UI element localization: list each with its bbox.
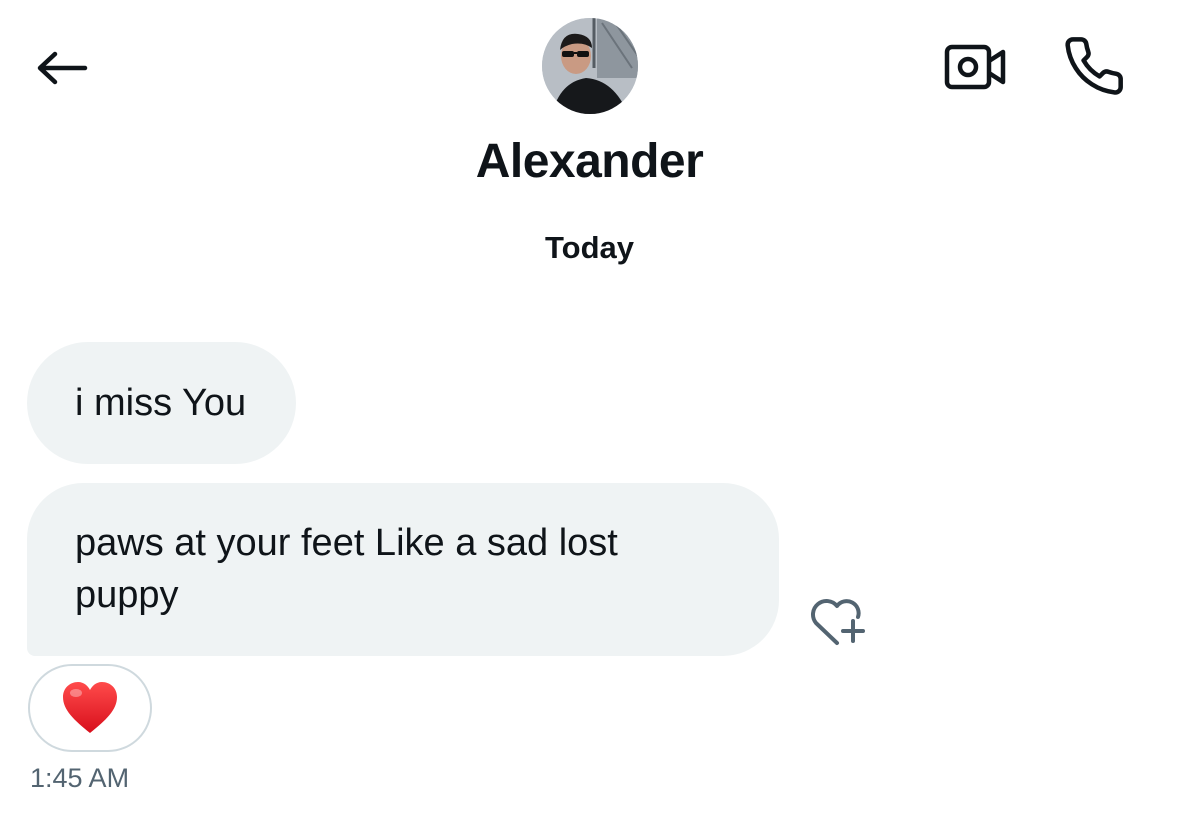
phone-icon <box>1065 37 1123 95</box>
message-timestamp: 1:45 AM <box>30 763 130 793</box>
red-heart-icon <box>63 682 117 733</box>
contact-name[interactable]: Alexander <box>0 134 1179 189</box>
dm-conversation-screen: Alexander Today i miss You paws at your … <box>0 0 1179 837</box>
avatar-image <box>542 18 638 114</box>
video-call-button[interactable] <box>940 38 1010 96</box>
message-bubble[interactable]: paws at your feet Like a sad lost puppy <box>27 483 779 656</box>
add-reaction-button[interactable] <box>803 590 877 652</box>
avatar[interactable] <box>542 18 638 114</box>
reaction-badge[interactable] <box>28 664 152 752</box>
voice-call-button[interactable] <box>1058 32 1130 100</box>
message-text: paws at your feet Like a sad lost puppy <box>75 522 618 616</box>
back-button[interactable] <box>30 40 92 96</box>
arrow-left-icon <box>37 51 88 85</box>
date-separator: Today <box>545 230 634 265</box>
heart-plus-icon <box>811 599 865 645</box>
message-text: i miss You <box>75 382 247 424</box>
message-bubble[interactable]: i miss You <box>27 342 297 464</box>
video-camera-icon <box>944 44 1006 90</box>
